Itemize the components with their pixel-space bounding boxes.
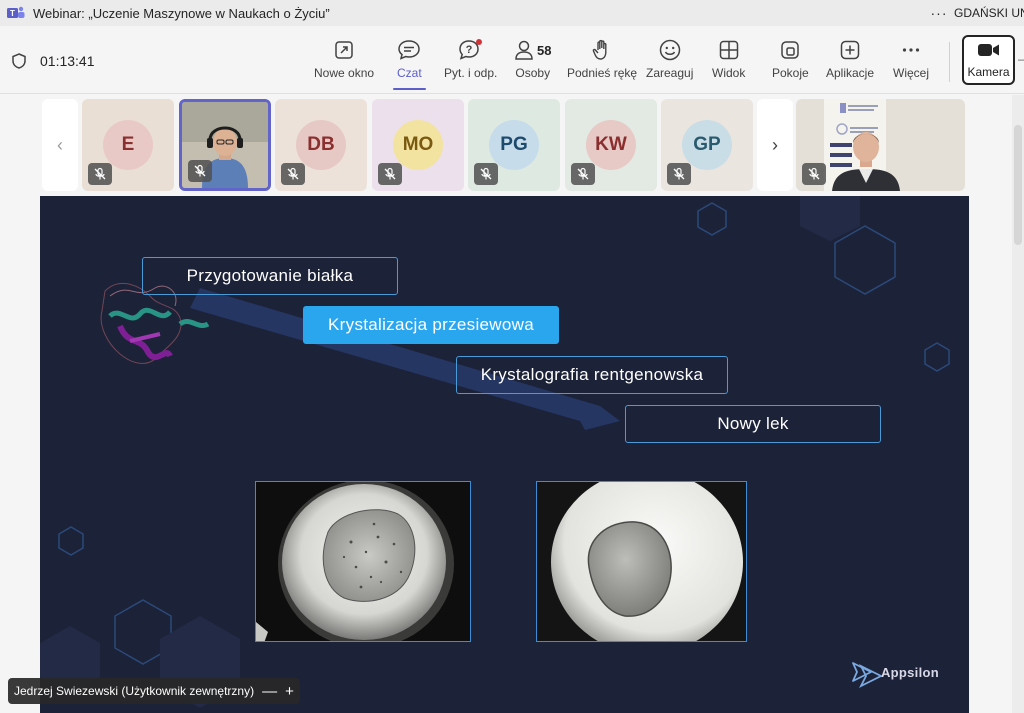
view-button[interactable]: Widok bbox=[712, 38, 745, 88]
participant-tile[interactable]: GP bbox=[661, 99, 753, 191]
hand-icon bbox=[591, 38, 613, 62]
chat-icon bbox=[397, 38, 421, 62]
react-button[interactable]: Zareaguj bbox=[646, 38, 693, 88]
chevron-right-icon: › bbox=[772, 134, 778, 155]
appsilon-brand: Appsilon bbox=[851, 661, 939, 683]
zoom-in-button[interactable]: + bbox=[285, 683, 294, 700]
camera-label: Kamera bbox=[967, 64, 1010, 79]
meeting-toolbar: 01:13:41 Nowe okno Czat ? Pyt. i odp. 58… bbox=[0, 26, 1024, 94]
qa-icon: ? bbox=[458, 38, 484, 62]
process-step-new-drug: Nowy lek bbox=[625, 405, 881, 443]
camera-button[interactable]: Kamera bbox=[962, 35, 1015, 85]
mic-off-icon bbox=[88, 163, 112, 185]
stage-scrollbar[interactable] bbox=[1012, 95, 1024, 713]
video-camera-icon bbox=[977, 42, 1001, 61]
participant-tile-self-video[interactable] bbox=[179, 99, 271, 191]
mic-off-icon bbox=[378, 163, 402, 185]
new-window-button[interactable]: Nowe okno bbox=[314, 38, 374, 88]
grid-icon bbox=[718, 38, 740, 62]
teams-logo-icon: T bbox=[7, 6, 25, 18]
participant-tile-speaker-video[interactable] bbox=[796, 99, 965, 191]
more-dots-icon bbox=[900, 38, 922, 62]
raise-hand-label: Podnieś rękę bbox=[567, 66, 638, 80]
view-label: Widok bbox=[712, 66, 746, 80]
smiley-icon bbox=[658, 38, 682, 62]
add-app-icon bbox=[839, 38, 861, 62]
zoom-out-button[interactable]: — bbox=[262, 683, 277, 700]
mic-off-icon bbox=[281, 163, 305, 185]
mic-off-icon bbox=[571, 163, 595, 185]
presenter-name: Jedrzej Swiezewski (Użytkownik zewnętrzn… bbox=[14, 684, 255, 698]
window-title: Webinar: „Uczenie Maszynowe w Naukach o … bbox=[33, 5, 330, 21]
protein-structure-image bbox=[100, 282, 210, 364]
participant-avatar: DB bbox=[296, 120, 346, 170]
participant-tile[interactable]: MO bbox=[372, 99, 464, 191]
crystal-drop-image-2 bbox=[536, 481, 747, 642]
mic-off-icon bbox=[474, 163, 498, 185]
process-step-xray-crystallography: Krystalografia rentgenowska bbox=[456, 356, 728, 394]
mic-off-icon bbox=[188, 160, 212, 182]
title-bar: T Webinar: „Uczenie Maszynowe w Naukach … bbox=[0, 0, 1024, 26]
participant-avatar: PG bbox=[489, 120, 539, 170]
new-window-label: Nowe okno bbox=[314, 66, 375, 80]
shared-slide: Przygotowanie białka Krystalizacja przes… bbox=[40, 196, 969, 713]
crystal-drop-image-1 bbox=[255, 481, 471, 642]
mic-off-icon bbox=[667, 163, 691, 185]
participant-avatar: GP bbox=[682, 120, 732, 170]
presenter-label: Jedrzej Swiezewski (Użytkownik zewnętrzn… bbox=[8, 678, 300, 704]
mic-off-icon bbox=[802, 163, 826, 185]
appsilon-logo-icon bbox=[852, 662, 872, 682]
svg-text:?: ? bbox=[465, 44, 472, 56]
participant-avatar: KW bbox=[586, 120, 636, 170]
qa-label: Pyt. i odp. bbox=[444, 66, 498, 80]
window-more-button[interactable]: ··· bbox=[924, 5, 954, 21]
chat-label: Czat bbox=[397, 66, 422, 80]
meeting-timer: 01:13:41 bbox=[10, 52, 95, 70]
rooms-label: Pokoje bbox=[772, 66, 809, 80]
participant-tile[interactable]: DB bbox=[275, 99, 367, 191]
people-count: 58 bbox=[537, 42, 552, 58]
organization-name: GDAŃSKI UNIWERSYTET bbox=[954, 6, 1024, 20]
people-button[interactable]: 58 Osoby bbox=[514, 38, 551, 88]
chat-button[interactable]: Czat bbox=[393, 38, 426, 90]
apps-label: Aplikacje bbox=[826, 66, 875, 80]
new-window-icon bbox=[333, 38, 355, 62]
more-label: Więcej bbox=[893, 66, 930, 80]
people-icon-row: 58 bbox=[514, 38, 551, 62]
shield-icon bbox=[12, 53, 26, 69]
qa-button[interactable]: ? Pyt. i odp. bbox=[444, 38, 497, 88]
participant-avatar: MO bbox=[393, 120, 443, 170]
raise-hand-button[interactable]: Podnieś rękę bbox=[567, 38, 637, 88]
appsilon-label: Appsilon bbox=[880, 664, 939, 680]
rooms-icon bbox=[779, 38, 801, 62]
timer-text: 01:13:41 bbox=[40, 53, 95, 69]
toolbar-separator bbox=[949, 42, 950, 82]
process-step-crystallization-screening: Krystalizacja przesiewowa bbox=[303, 306, 559, 344]
rooms-button[interactable]: Pokoje bbox=[772, 38, 809, 88]
process-step-protein-preparation: Przygotowanie białka bbox=[142, 257, 398, 295]
people-label: Osoby bbox=[515, 66, 551, 80]
scrollbar-thumb[interactable] bbox=[1014, 125, 1022, 245]
participant-tile[interactable]: PG bbox=[468, 99, 560, 191]
apps-button[interactable]: Aplikacje bbox=[826, 38, 874, 88]
participants-next-button[interactable]: › bbox=[757, 99, 793, 191]
toolbar-overflow-icon[interactable]: – bbox=[1018, 52, 1024, 66]
person-icon bbox=[515, 40, 533, 60]
participant-avatar: E bbox=[103, 120, 153, 170]
participant-tile[interactable]: E bbox=[82, 99, 174, 191]
svg-text:T: T bbox=[10, 9, 15, 18]
participants-prev-button[interactable]: ‹ bbox=[42, 99, 78, 191]
react-label: Zareaguj bbox=[646, 66, 694, 80]
participant-tile[interactable]: KW bbox=[565, 99, 657, 191]
more-button[interactable]: Więcej bbox=[893, 38, 929, 88]
chevron-left-icon: ‹ bbox=[57, 134, 63, 155]
